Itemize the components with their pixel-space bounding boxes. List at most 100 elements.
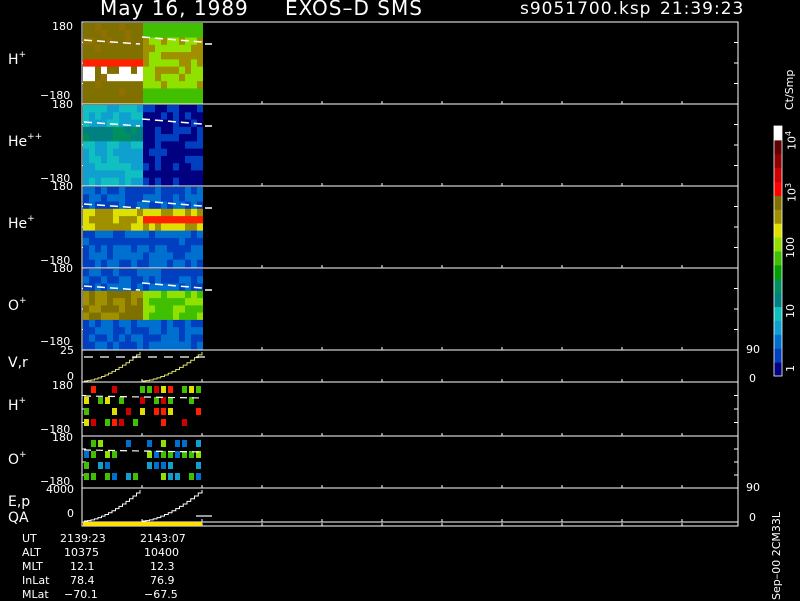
- spectrogram-cell: [101, 341, 107, 350]
- spectrogram-cell: [173, 259, 179, 268]
- spectrogram-cell: [131, 276, 137, 285]
- spectrogram-cell: [185, 148, 191, 157]
- spectrogram-cell: [167, 237, 173, 246]
- spectrogram-cell: [107, 134, 113, 142]
- spectrogram-cell: [107, 52, 113, 60]
- spectrogram-cell: [185, 216, 191, 224]
- spectrogram-cell: [113, 81, 119, 89]
- spectrogram-cell: [95, 327, 101, 335]
- spectrogram-cell: [173, 52, 179, 60]
- spectrogram-cell: [179, 177, 185, 186]
- spectrogram-cell: [95, 194, 101, 203]
- spectrogram-cell: [197, 126, 203, 135]
- spectrogram-cell: [125, 237, 131, 246]
- sample-cell: [112, 473, 117, 480]
- spectrogram-cell: [125, 81, 131, 89]
- spectrogram-cell: [161, 134, 167, 142]
- spectrogram-cell: [95, 276, 101, 285]
- spectrogram-cell: [119, 216, 125, 224]
- spectrogram-cell: [83, 73, 89, 82]
- spectrogram-cell: [179, 216, 185, 224]
- spectrogram-cell: [155, 208, 161, 217]
- spectrogram-cell: [83, 52, 89, 60]
- spectrogram-cell: [197, 95, 203, 104]
- spectrogram-cell: [131, 252, 137, 261]
- spectrogram-cell: [173, 73, 179, 82]
- sample-cell: [119, 397, 124, 404]
- sample-cell: [154, 451, 159, 458]
- spectrogram-cell: [113, 105, 119, 113]
- spectrogram-cell: [137, 298, 143, 306]
- spectrogram-cell: [155, 341, 161, 350]
- spectrogram-cell: [167, 245, 173, 253]
- spectrogram-cell: [101, 23, 107, 31]
- spectrogram-cell: [143, 66, 149, 75]
- spectrogram-cell: [113, 30, 119, 39]
- spectrogram-cell: [107, 216, 113, 224]
- spectrogram-cell: [95, 81, 101, 89]
- spectrogram-cell: [179, 44, 185, 53]
- spectrogram-cell: [95, 148, 101, 157]
- tick-p8-right-min: 0: [749, 511, 756, 524]
- spectrogram-cell: [155, 81, 161, 89]
- spectrogram-cell: [95, 230, 101, 239]
- spectrogram-cell: [149, 141, 155, 150]
- spectrogram-cell: [155, 148, 161, 157]
- spectrogram-cell: [179, 341, 185, 350]
- spectrogram-cell: [137, 327, 143, 335]
- spectrogram-cell: [107, 269, 113, 277]
- label-h-plus-2: H+: [8, 396, 27, 414]
- spectrogram-cell: [167, 319, 173, 328]
- spectrogram-cell: [197, 319, 203, 328]
- spectrogram-cell: [113, 312, 119, 321]
- sample-cell: [196, 440, 201, 447]
- spectrogram-cell: [89, 163, 95, 171]
- spectrogram-cell: [95, 23, 101, 31]
- label-qa: QA: [8, 510, 29, 526]
- spectrogram-cell: [95, 59, 101, 68]
- label-ep: E,p: [8, 494, 31, 510]
- spectrogram-cell: [173, 201, 179, 210]
- spectrogram-cell: [101, 163, 107, 171]
- spectrogram-cell: [179, 148, 185, 157]
- spectrogram-cell: [149, 269, 155, 277]
- spectrogram-cell: [131, 163, 137, 171]
- sample-cell: [154, 462, 159, 469]
- spectrogram-cell: [119, 259, 125, 268]
- spectrogram-cell: [89, 245, 95, 253]
- spectrogram-cell: [95, 105, 101, 113]
- spectrogram-cell: [197, 276, 203, 285]
- spectrogram-cell: [167, 312, 173, 321]
- spectrogram-cell: [197, 134, 203, 142]
- spectrogram-cell: [113, 126, 119, 135]
- colorbar-segment: [774, 362, 782, 377]
- panel-frame-7: [81, 435, 739, 489]
- spectrogram-cell: [83, 119, 89, 128]
- sample-cell: [147, 440, 152, 447]
- sample-cell: [189, 473, 194, 480]
- spectrogram-cell: [107, 223, 113, 232]
- spectrogram-cell: [83, 341, 89, 350]
- spectrogram-cell: [155, 52, 161, 60]
- spectrogram-cell: [101, 52, 107, 60]
- spectrogram-cell: [131, 305, 137, 314]
- sample-cell: [182, 419, 187, 426]
- spectrogram-cell: [155, 126, 161, 135]
- spectrogram-cell: [185, 177, 191, 186]
- spectrogram-cell: [89, 216, 95, 224]
- spectrogram-cell: [149, 148, 155, 157]
- spectrogram-cell: [113, 177, 119, 186]
- spectrogram-cell: [107, 44, 113, 53]
- spectrogram-cell: [191, 290, 197, 299]
- energy-curve: [84, 490, 141, 522]
- spectrogram-cell: [197, 216, 203, 224]
- spectrogram-cell: [149, 52, 155, 60]
- spectrogram-cell: [83, 88, 89, 97]
- spectrogram-cell: [143, 59, 149, 68]
- spectrogram-cell: [167, 59, 173, 68]
- spectrogram-cell: [167, 305, 173, 314]
- spectrogram-cell: [179, 30, 185, 39]
- spectrogram-cell: [167, 216, 173, 224]
- plot-instrument: EXOS–D SMS: [285, 0, 423, 20]
- colorbar-tick-10: 10: [784, 304, 797, 318]
